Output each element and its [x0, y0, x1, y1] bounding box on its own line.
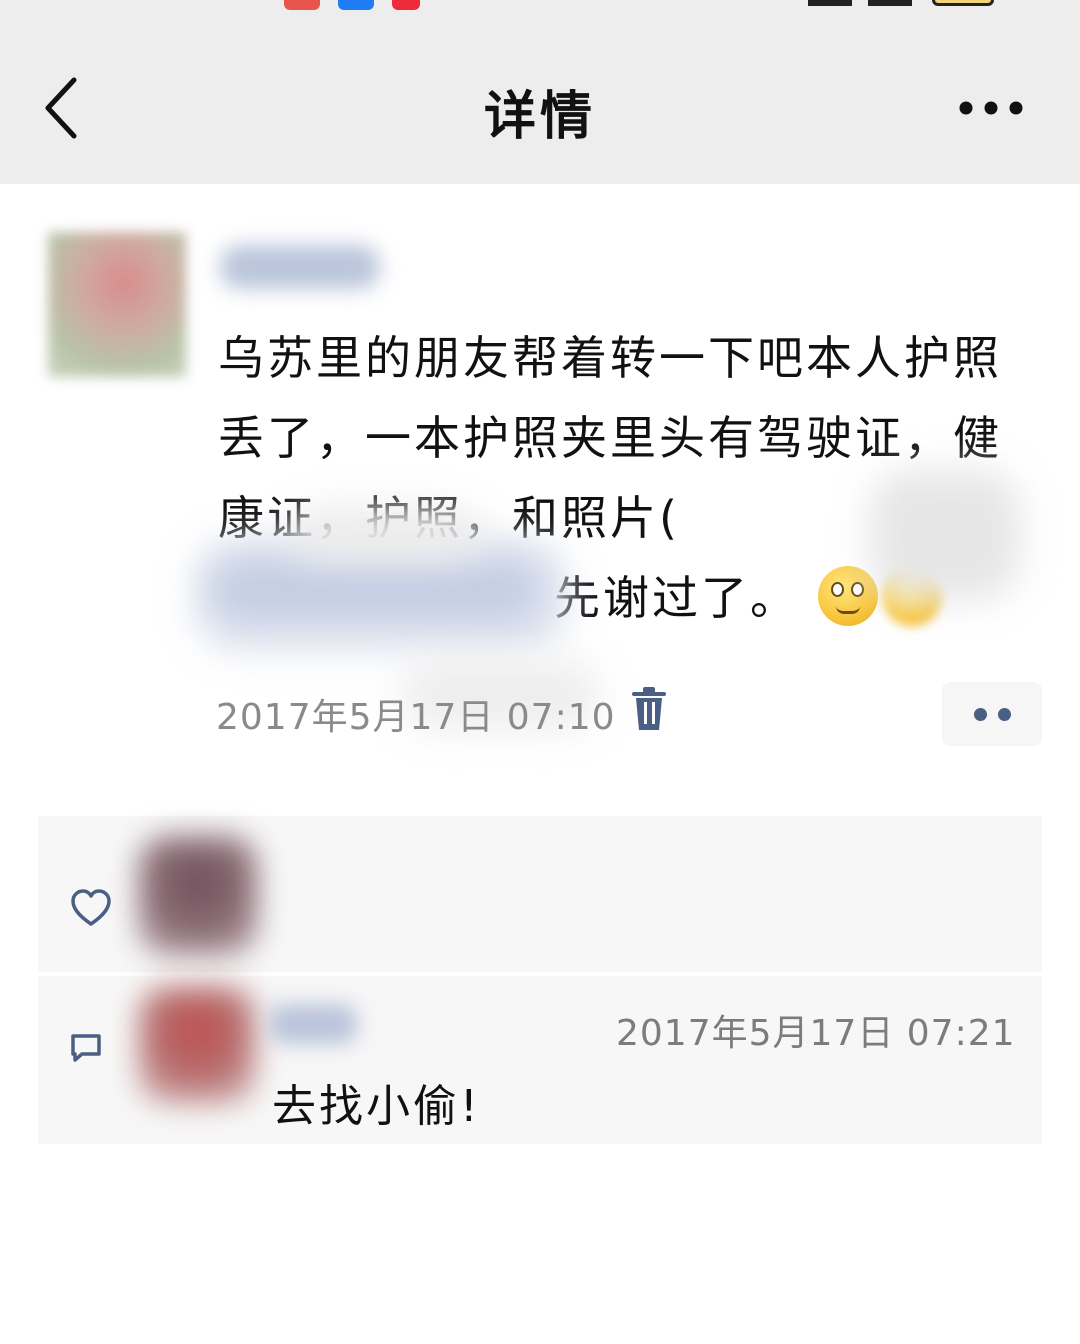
status-bar — [0, 0, 1080, 16]
redaction-blur — [290, 508, 480, 560]
likes-panel — [38, 816, 1042, 972]
commenter-name-redacted[interactable] — [268, 1004, 358, 1044]
redaction-blur — [210, 560, 540, 620]
author-avatar[interactable] — [48, 232, 186, 377]
status-notification-icon — [392, 0, 420, 10]
liker-avatar[interactable] — [138, 836, 258, 956]
author-name-redacted[interactable] — [220, 245, 380, 289]
battery-icon — [932, 0, 994, 6]
commenter-avatar[interactable] — [138, 986, 256, 1104]
comment-timestamp: 2017年5月17日 07:21 — [616, 1013, 1016, 1054]
comment-icon — [71, 1034, 101, 1062]
signal-icon — [808, 0, 852, 6]
like-comment-menu-button[interactable] — [942, 682, 1042, 746]
comments-panel: 2017年5月17日 07:21 去找小偷! — [38, 976, 1042, 1144]
status-notification-icon — [338, 0, 374, 10]
comment-text[interactable]: 去找小偷! — [272, 1070, 481, 1134]
nav-bar: 详情 — [0, 16, 1080, 184]
signal-icon — [868, 0, 912, 6]
more-options-icon[interactable] — [956, 96, 1026, 120]
status-notification-icon — [284, 0, 320, 10]
redaction-blur — [870, 470, 1020, 600]
page-title: 详情 — [483, 87, 596, 147]
post-text-tail: 先谢过了。 — [554, 571, 799, 625]
pleading-face-emoji-icon — [818, 566, 878, 626]
delete-icon[interactable] — [630, 686, 668, 732]
moments-detail-screen: 详情 乌苏里的朋友帮着转一下吧本人护照丢了，一本护照夹里头有驾驶证，健康证，护照… — [0, 0, 1080, 1344]
heart-outline-icon — [71, 889, 111, 926]
post-timestamp: 2017年5月17日 07:10 — [216, 697, 616, 738]
